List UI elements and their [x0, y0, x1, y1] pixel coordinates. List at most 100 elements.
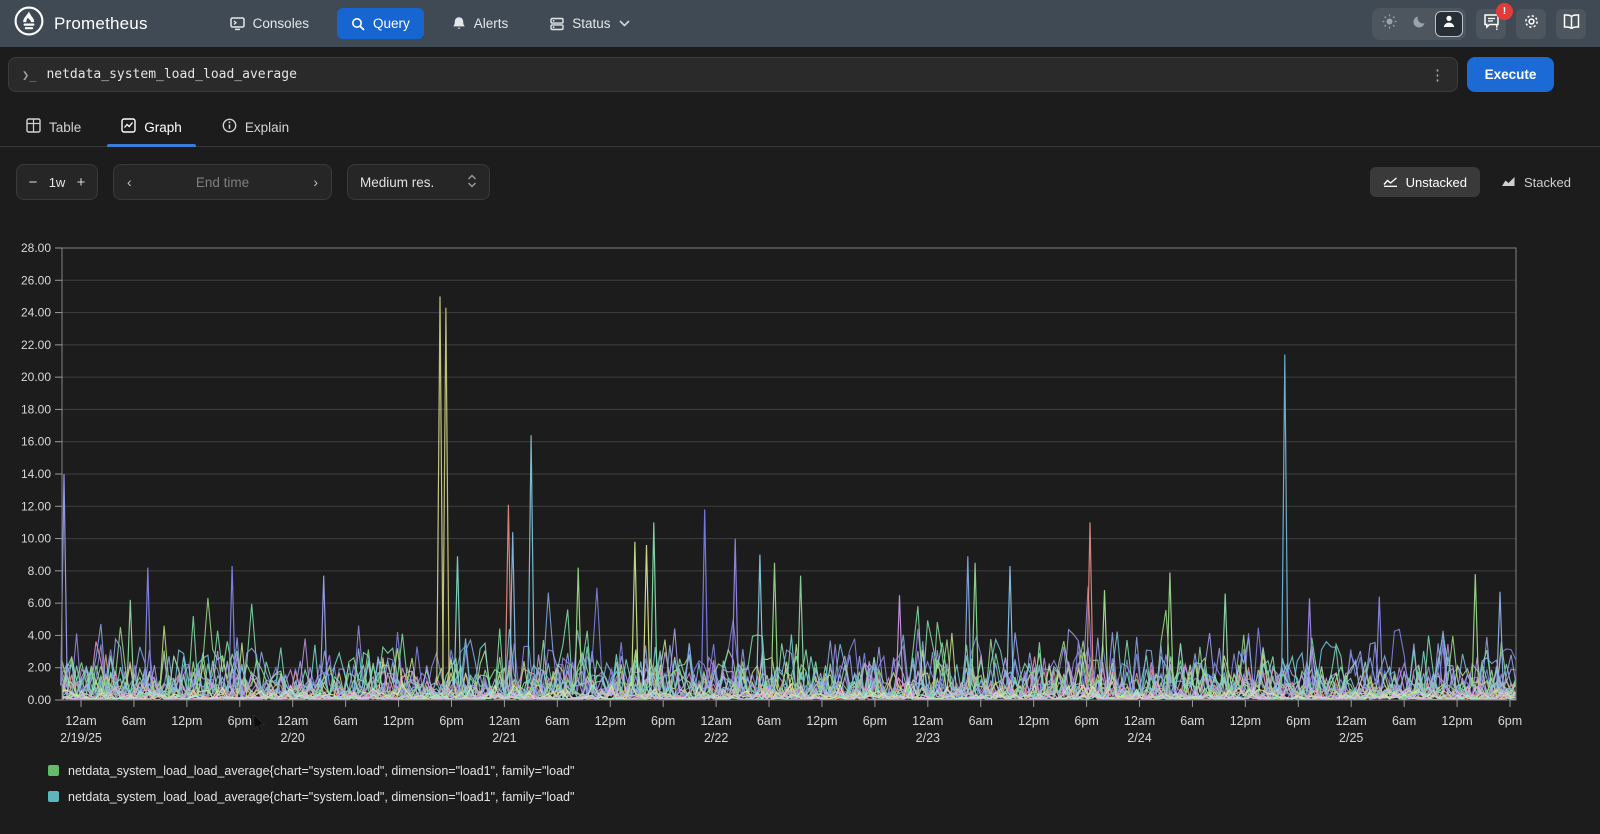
- resolution-select[interactable]: Medium res.: [347, 164, 490, 200]
- sun-icon: [1382, 14, 1397, 34]
- moon-icon: [1412, 14, 1427, 34]
- legend-label: netdata_system_load_load_average{chart="…: [68, 789, 575, 804]
- svg-text:6pm: 6pm: [228, 714, 252, 728]
- svg-text:12pm: 12pm: [806, 714, 837, 728]
- chevron-right-icon[interactable]: ›: [310, 174, 321, 190]
- range-stepper: − 1w +: [16, 164, 98, 200]
- increase-range-button[interactable]: +: [69, 168, 93, 196]
- svg-text:2/20: 2/20: [281, 731, 305, 745]
- kebab-menu-button[interactable]: ⋮: [1418, 66, 1457, 84]
- end-time-input[interactable]: ‹ End time ›: [113, 164, 332, 200]
- person-icon: [1442, 14, 1456, 33]
- query-expression[interactable]: netdata_system_load_load_average: [46, 67, 1418, 82]
- svg-text:12.00: 12.00: [21, 499, 51, 513]
- svg-text:10.00: 10.00: [21, 532, 51, 546]
- nav-item-query[interactable]: Query: [336, 8, 424, 39]
- tab-label: Explain: [244, 119, 290, 135]
- nav-menu: Consoles Query Alerts Status: [216, 8, 644, 39]
- toggle-label: Stacked: [1524, 174, 1571, 190]
- server-icon: [550, 17, 564, 31]
- range-value[interactable]: 1w: [49, 175, 66, 190]
- svg-text:6pm: 6pm: [439, 714, 463, 728]
- nav-item-status[interactable]: Status: [536, 8, 643, 39]
- svg-text:6am: 6am: [757, 714, 781, 728]
- chevron-down-icon: [618, 20, 630, 27]
- svg-text:6am: 6am: [122, 714, 146, 728]
- graph-legend: netdata_system_load_load_average{chart="…: [48, 762, 574, 805]
- legend-item[interactable]: netdata_system_load_load_average{chart="…: [48, 762, 574, 779]
- brand[interactable]: Prometheus: [14, 6, 148, 41]
- svg-text:28.00: 28.00: [21, 241, 51, 255]
- chevron-left-icon[interactable]: ‹: [124, 174, 135, 190]
- bell-icon: [452, 16, 466, 31]
- svg-text:2/23: 2/23: [916, 731, 940, 745]
- tab-graph[interactable]: Graph: [107, 108, 196, 147]
- svg-text:12am: 12am: [65, 714, 96, 728]
- nav-item-consoles[interactable]: Consoles: [216, 8, 323, 39]
- resolution-value: Medium res.: [360, 174, 435, 190]
- svg-text:24.00: 24.00: [21, 306, 51, 320]
- svg-text:12pm: 12pm: [171, 714, 202, 728]
- nav-item-alerts[interactable]: Alerts: [438, 8, 523, 39]
- svg-text:6pm: 6pm: [651, 714, 675, 728]
- unstacked-button[interactable]: Unstacked: [1369, 167, 1481, 197]
- notifications-button[interactable]: !: [1476, 2, 1513, 39]
- svg-text:12pm: 12pm: [383, 714, 414, 728]
- svg-text:2/22: 2/22: [704, 731, 728, 745]
- search-icon: [351, 17, 365, 31]
- svg-text:2.00: 2.00: [28, 661, 52, 675]
- svg-text:12pm: 12pm: [1230, 714, 1261, 728]
- tab-table[interactable]: Table: [26, 108, 81, 147]
- svg-text:6am: 6am: [1392, 714, 1416, 728]
- svg-text:26.00: 26.00: [21, 273, 51, 287]
- nav-item-label: Query: [372, 16, 410, 31]
- svg-text:6pm: 6pm: [863, 714, 887, 728]
- svg-text:6am: 6am: [1180, 714, 1204, 728]
- tab-explain[interactable]: Explain: [222, 108, 289, 147]
- svg-text:6am: 6am: [545, 714, 569, 728]
- area-chart-icon: [1501, 175, 1516, 190]
- execute-button[interactable]: Execute: [1467, 57, 1554, 92]
- svg-text:2/19/25: 2/19/25: [60, 731, 102, 745]
- stacked-button[interactable]: Stacked: [1488, 167, 1584, 197]
- console-icon: [229, 16, 245, 31]
- graph-icon: [121, 118, 136, 136]
- svg-text:2/21: 2/21: [492, 731, 516, 745]
- svg-text:12am: 12am: [912, 714, 943, 728]
- svg-text:12pm: 12pm: [595, 714, 626, 728]
- legend-swatch: [48, 791, 59, 802]
- legend-swatch: [48, 765, 59, 776]
- decrease-range-button[interactable]: −: [21, 168, 45, 196]
- theme-dark-button[interactable]: [1405, 11, 1433, 37]
- svg-text:8.00: 8.00: [28, 564, 52, 578]
- navbar-actions: !: [1372, 0, 1586, 47]
- nav-item-label: Alerts: [473, 16, 509, 31]
- svg-text:6am: 6am: [969, 714, 993, 728]
- brand-name: Prometheus: [54, 13, 148, 33]
- line-chart-icon: [1383, 175, 1398, 190]
- legend-label: netdata_system_load_load_average{chart="…: [68, 763, 575, 778]
- svg-text:16.00: 16.00: [21, 435, 51, 449]
- svg-text:6.00: 6.00: [28, 596, 52, 610]
- svg-text:14.00: 14.00: [21, 467, 51, 481]
- svg-text:12am: 12am: [1124, 714, 1155, 728]
- theme-light-button[interactable]: [1375, 11, 1403, 37]
- svg-text:20.00: 20.00: [21, 370, 51, 384]
- svg-text:12pm: 12pm: [1018, 714, 1049, 728]
- notification-badge: !: [1496, 2, 1513, 20]
- select-updown-icon: [467, 174, 477, 191]
- query-input[interactable]: ❯_ netdata_system_load_load_average ⋮: [8, 57, 1458, 92]
- legend-item[interactable]: netdata_system_load_load_average{chart="…: [48, 788, 574, 805]
- svg-text:18.00: 18.00: [21, 402, 51, 416]
- end-time-placeholder: End time: [195, 174, 250, 190]
- settings-button[interactable]: [1516, 8, 1546, 39]
- info-icon: [222, 118, 237, 136]
- svg-text:6pm: 6pm: [1074, 714, 1098, 728]
- theme-auto-button[interactable]: [1435, 10, 1463, 37]
- graph-canvas[interactable]: 0.00 2.00 4.00 6.00 8.00 10.00 12.00 14.00 16.00…: [0, 210, 1600, 762]
- nav-item-label: Status: [572, 16, 611, 31]
- svg-text:12am: 12am: [489, 714, 520, 728]
- svg-text:22.00: 22.00: [21, 338, 51, 352]
- docs-button[interactable]: [1556, 8, 1586, 39]
- svg-text:12am: 12am: [1336, 714, 1367, 728]
